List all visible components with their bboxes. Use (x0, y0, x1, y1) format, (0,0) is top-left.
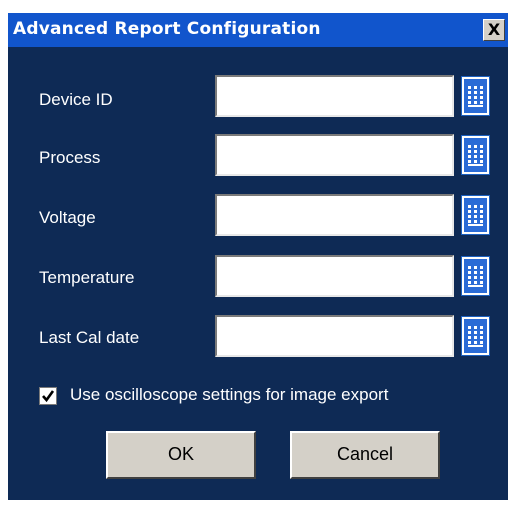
cancel-button[interactable]: Cancel (290, 431, 440, 479)
process-keypad-button[interactable] (461, 135, 490, 175)
image-export-checkbox-label[interactable]: Use oscilloscope settings for image expo… (70, 385, 388, 405)
keypad-grid-icon (464, 138, 487, 172)
image-export-checkbox[interactable] (39, 387, 57, 405)
checkmark-icon (42, 390, 55, 403)
temperature-label: Temperature (39, 268, 135, 287)
window-title: Advanced Report Configuration (13, 19, 321, 39)
title-bar[interactable]: Advanced Report Configuration X (8, 13, 508, 47)
process-input[interactable] (215, 134, 454, 176)
keypad-grid-icon (464, 198, 487, 232)
voltage-label: Voltage (39, 208, 96, 227)
last-cal-date-keypad-button[interactable] (461, 316, 490, 356)
device-id-label: Device ID (39, 90, 113, 109)
ok-button[interactable]: OK (106, 431, 256, 479)
last-cal-date-input[interactable] (215, 315, 454, 357)
process-label: Process (39, 148, 101, 167)
temperature-keypad-button[interactable] (461, 256, 490, 296)
keypad-grid-icon (464, 259, 487, 293)
device-id-input[interactable] (215, 75, 454, 117)
device-id-keypad-button[interactable] (461, 76, 490, 116)
keypad-grid-icon (464, 319, 487, 353)
close-button[interactable]: X (483, 19, 505, 41)
voltage-input[interactable] (215, 194, 454, 236)
temperature-input[interactable] (215, 255, 454, 297)
last-cal-date-label: Last Cal date (39, 328, 140, 347)
keypad-grid-icon (464, 79, 487, 113)
voltage-keypad-button[interactable] (461, 195, 490, 235)
advanced-report-dialog: Advanced Report Configuration X Device I… (8, 13, 508, 500)
